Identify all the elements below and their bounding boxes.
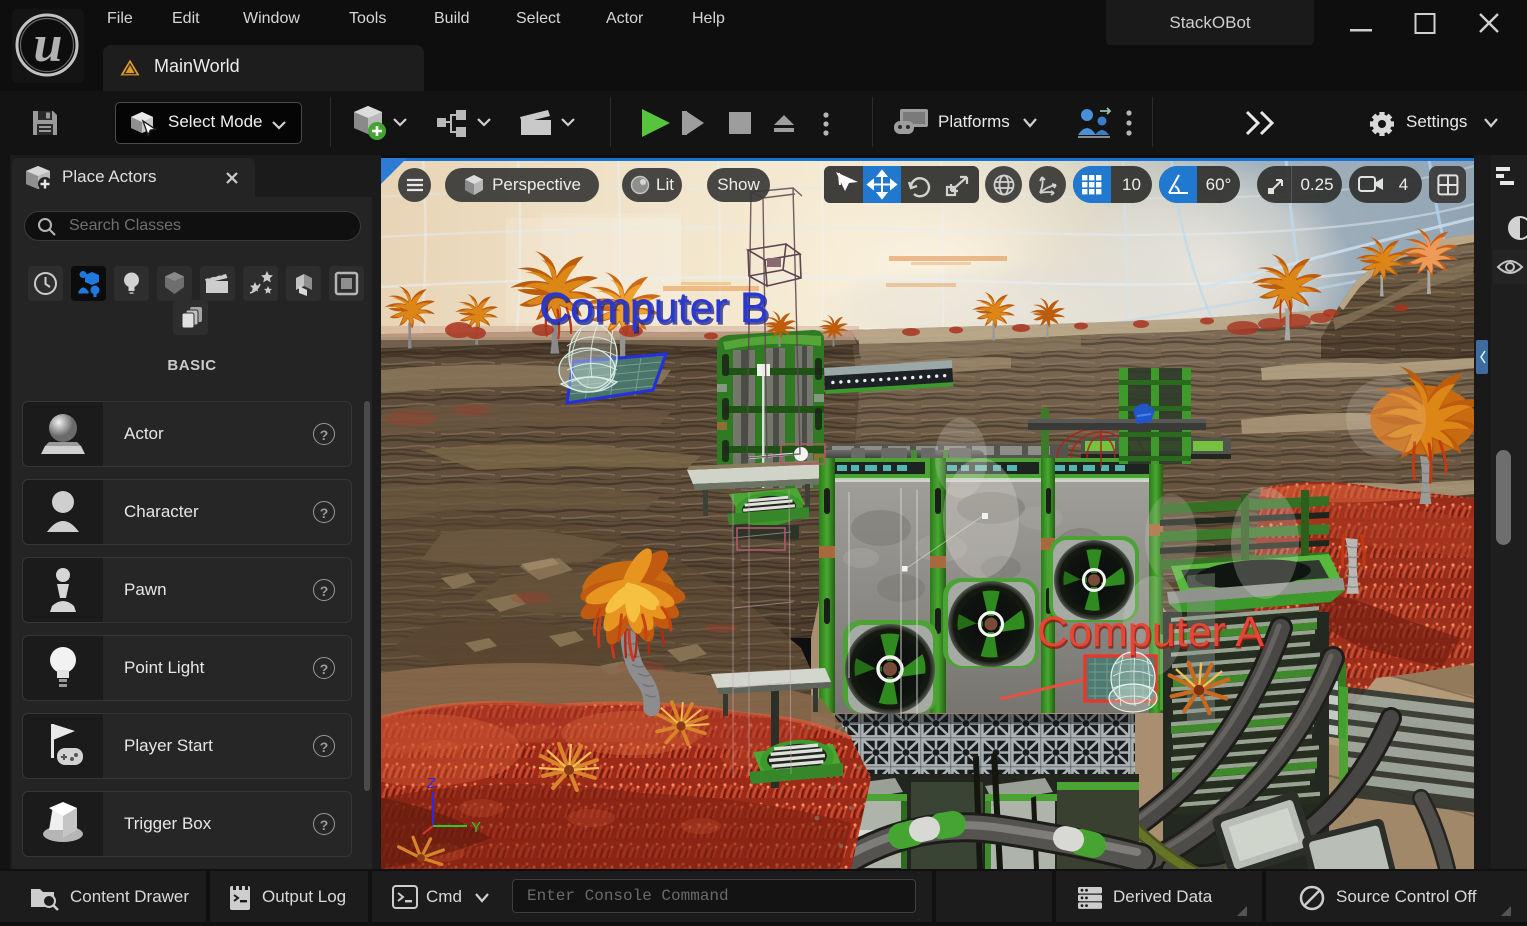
svg-text:Z: Z [427,775,436,792]
svg-text:Y: Y [471,819,481,836]
svg-text:u: u [34,16,63,73]
svg-text:Computer A: Computer A [1037,608,1264,656]
svg-text:Computer B: Computer B [539,284,768,332]
